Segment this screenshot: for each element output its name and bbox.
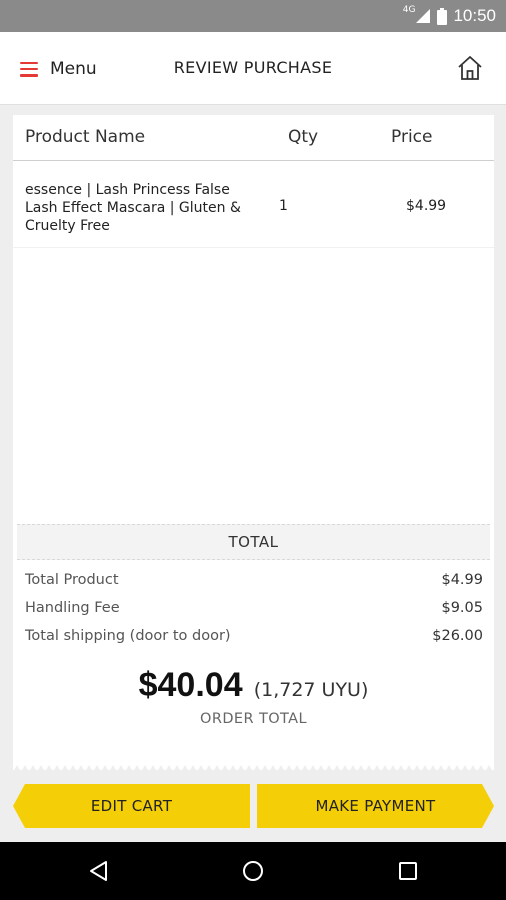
signal-icon: [416, 9, 431, 23]
total-product-amount: $4.99: [441, 572, 483, 588]
product-name: essence | Lash Princess False Lash Effec…: [25, 182, 241, 234]
system-nav-bar: [0, 842, 506, 900]
page-title: REVIEW PURCHASE: [173, 58, 333, 77]
total-product-line: Total Product $4.99: [25, 572, 483, 600]
order-total-label: ORDER TOTAL: [200, 711, 307, 727]
purchase-card: Product Name Qty Price essence | Lash Pr…: [13, 115, 494, 772]
table-header: Product Name Qty Price: [13, 115, 494, 161]
grand-total: $40.04 (1,727 UYU): [13, 666, 494, 705]
make-payment-label: MAKE PAYMENT: [315, 797, 436, 815]
status-bar: 4G 10:50: [0, 0, 506, 32]
totals-summary: Total Product $4.99 Handling Fee $9.05 T…: [25, 572, 483, 656]
handling-fee-label: Handling Fee: [25, 600, 120, 616]
make-payment-button[interactable]: MAKE PAYMENT: [257, 784, 494, 828]
shipping-amount: $26.00: [432, 628, 483, 644]
product-qty: 1: [279, 198, 288, 214]
edit-cart-label: EDIT CART: [90, 797, 173, 815]
local-currency-total: (1,727 UYU): [253, 679, 369, 701]
home-nav-icon[interactable]: [241, 859, 265, 883]
total-band: TOTAL: [17, 524, 490, 560]
recents-icon[interactable]: [396, 859, 420, 883]
home-icon[interactable]: [456, 54, 484, 82]
clock: 10:50: [453, 6, 496, 25]
total-product-label: Total Product: [25, 572, 119, 588]
back-icon[interactable]: [87, 859, 111, 883]
battery-icon: [437, 7, 448, 25]
product-price: $4.99: [406, 198, 447, 214]
network-type: 4G: [402, 5, 416, 15]
handling-fee-amount: $9.05: [441, 600, 483, 616]
app-bar: Menu REVIEW PURCHASE: [0, 32, 506, 105]
header-price: Price: [391, 127, 433, 147]
handling-fee-line: Handling Fee $9.05: [25, 600, 483, 628]
receipt-edge: [13, 765, 494, 772]
grand-total-amount: $40.04: [138, 666, 243, 704]
shipping-line: Total shipping (door to door) $26.00: [25, 628, 483, 656]
header-qty: Qty: [288, 127, 319, 147]
shipping-label: Total shipping (door to door): [25, 628, 231, 644]
header-product-name: Product Name: [25, 127, 146, 147]
edit-cart-button[interactable]: EDIT CART: [13, 784, 250, 828]
table-row: essence | Lash Princess False Lash Effec…: [13, 162, 494, 248]
